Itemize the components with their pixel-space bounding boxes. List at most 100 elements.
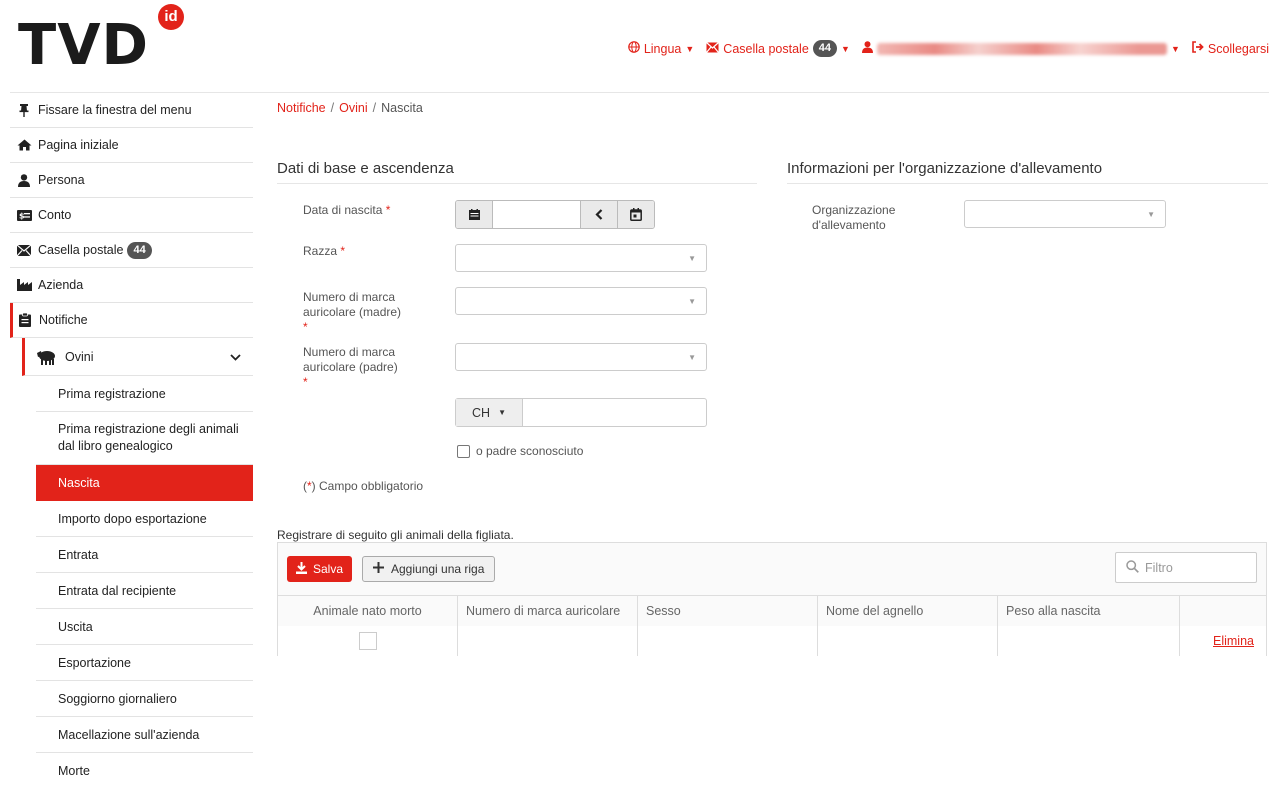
caret-down-icon: ▼ xyxy=(688,254,696,263)
breadcrumb-notifications[interactable]: Notifiche xyxy=(277,101,326,115)
language-menu[interactable]: Lingua ▼ xyxy=(628,41,694,56)
required-marker: * xyxy=(303,320,308,334)
sidebar-item-mailbox[interactable]: Casella postale 44 xyxy=(10,233,253,268)
cell-ear-tag[interactable] xyxy=(458,626,638,656)
breadcrumb-sheep[interactable]: Ovini xyxy=(339,101,367,115)
clipboard-icon xyxy=(17,313,33,327)
calendar-list-icon[interactable] xyxy=(456,201,492,228)
breed-label-text: Razza xyxy=(303,244,338,258)
add-row-button[interactable]: Aggiungi una riga xyxy=(362,556,496,582)
language-label: Lingua xyxy=(643,41,682,56)
envelope-icon xyxy=(16,244,32,256)
father-tag-select[interactable]: ▼ xyxy=(455,343,707,371)
sidebar: Fissare la finestra del menu Pagina iniz… xyxy=(10,93,253,789)
logo-id-badge: id xyxy=(158,4,184,30)
birth-date-label-text: Data di nascita xyxy=(303,203,383,217)
column-sex[interactable]: Sesso xyxy=(638,596,818,626)
breed-select[interactable]: ▼ xyxy=(455,244,707,272)
sidebar-subitem-label: Morte xyxy=(58,764,90,778)
column-lamb-name[interactable]: Nome del agnello xyxy=(818,596,998,626)
required-marker: * xyxy=(303,375,308,389)
column-birth-weight[interactable]: Peso alla nascita xyxy=(998,596,1180,626)
cell-sex[interactable] xyxy=(638,626,818,656)
sidebar-subitem-label: Soggiorno giornaliero xyxy=(58,691,177,706)
litter-grid: Salva Aggiungi una riga Filtro Animale n… xyxy=(277,542,1267,656)
sidebar-item-account[interactable]: $ Conto xyxy=(10,198,253,233)
sidebar-subitem-slaughter-on-farm[interactable]: Macellazione sull'azienda xyxy=(36,717,253,753)
mother-tag-select[interactable]: ▼ xyxy=(455,287,707,315)
tvd-logo[interactable]: TVD id xyxy=(18,4,184,78)
sidebar-item-label: Persona xyxy=(38,173,85,187)
user-icon xyxy=(16,173,32,187)
save-button[interactable]: Salva xyxy=(287,556,353,582)
caret-down-icon: ▼ xyxy=(688,297,696,306)
cell-lamb-name[interactable] xyxy=(818,626,998,656)
add-row-label: Aggiungi una riga xyxy=(391,562,485,576)
sidebar-subitem-first-registration[interactable]: Prima registrazione xyxy=(36,376,253,412)
father-tag-label: Numero di marca auricolare (padre) * xyxy=(303,345,433,390)
logo-text: TVD xyxy=(18,13,150,78)
sidebar-subitem-label: Uscita xyxy=(58,619,93,634)
sidebar-item-notifications[interactable]: Notifiche xyxy=(10,303,253,338)
sidebar-item-label: Pagina iniziale xyxy=(38,138,119,152)
sidebar-subitem-entry[interactable]: Entrata xyxy=(36,537,253,573)
cell-actions: Elimina xyxy=(1180,626,1266,656)
sidebar-subitem-exit[interactable]: Uscita xyxy=(36,609,253,645)
sidebar-item-person[interactable]: Persona xyxy=(10,163,253,198)
sidebar-item-sheep[interactable]: Ovini xyxy=(22,338,253,376)
sidebar-subitem-label: Nascita xyxy=(58,475,100,490)
logout-label: Scollegarsi xyxy=(1207,41,1269,56)
required-note-text: ) Campo obbligatorio xyxy=(311,479,424,493)
sidebar-subitem-import-after-export[interactable]: Importo dopo esportazione xyxy=(36,501,253,537)
cell-birth-weight[interactable] xyxy=(998,626,1180,656)
sidebar-subitem-death[interactable]: Morte xyxy=(36,753,253,789)
delete-row-link[interactable]: Elimina xyxy=(1213,634,1254,648)
user-name-redacted xyxy=(876,42,1167,55)
litter-caption: Registrare di seguito gli animali della … xyxy=(277,528,514,542)
user-menu[interactable]: ▼ xyxy=(861,41,1180,56)
sidebar-subitem-entry-container[interactable]: Entrata dal recipiente xyxy=(36,573,253,609)
unknown-father-checkbox[interactable]: o padre sconosciuto xyxy=(457,444,583,458)
caret-down-icon: ▼ xyxy=(688,353,696,362)
sidebar-item-label: Casella postale xyxy=(38,243,124,257)
sidebar-item-label: Notifiche xyxy=(39,313,88,327)
sidebar-item-label: Ovini xyxy=(65,349,94,364)
sidebar-subitem-label: Entrata dal recipiente xyxy=(58,583,177,598)
caret-down-icon: ▼ xyxy=(1147,210,1155,219)
home-icon xyxy=(16,139,32,151)
required-marker: * xyxy=(340,244,346,258)
checkbox-box[interactable] xyxy=(457,444,470,458)
sidebar-item-pin-menu[interactable]: Fissare la finestra del menu xyxy=(10,93,253,128)
filter-input[interactable]: Filtro xyxy=(1115,552,1257,583)
globe-icon xyxy=(628,41,640,56)
logout-link[interactable]: Scollegarsi xyxy=(1192,41,1269,56)
sidebar-subitem-export[interactable]: Esportazione xyxy=(36,645,253,681)
unknown-father-label: o padre sconosciuto xyxy=(476,444,584,458)
sidebar-subitem-birth[interactable]: Nascita xyxy=(36,465,253,501)
column-ear-tag[interactable]: Numero di marca auricolare xyxy=(458,596,638,626)
user-icon xyxy=(861,41,873,56)
chevron-down-icon xyxy=(230,350,241,364)
sidebar-subitem-first-registration-herdbook[interactable]: Prima registrazione degli animali dal li… xyxy=(36,412,253,465)
chevron-left-icon[interactable] xyxy=(581,201,617,228)
mother-tag-label: Numero di marca auricolare (madre) * xyxy=(303,290,433,335)
stillborn-checkbox[interactable] xyxy=(358,632,377,650)
country-dropdown[interactable]: CH ▼ xyxy=(456,399,523,426)
country-tag-group: CH ▼ xyxy=(455,398,707,427)
mailbox-label: Casella postale xyxy=(723,41,809,56)
father-tag-number-input[interactable] xyxy=(523,399,706,426)
thumbtack-icon xyxy=(16,103,32,117)
sidebar-subitem-daily-stay[interactable]: Soggiorno giornaliero xyxy=(36,681,253,717)
breeding-org-select[interactable]: ▼ xyxy=(964,200,1166,228)
calendar-icon[interactable] xyxy=(617,201,654,228)
sidebar-subitem-label: Esportazione xyxy=(58,655,131,670)
table-row: Elimina xyxy=(278,626,1266,656)
sidebar-item-farm[interactable]: Azienda xyxy=(10,268,253,303)
sidebar-item-home[interactable]: Pagina iniziale xyxy=(10,128,253,163)
birth-date-input[interactable] xyxy=(492,201,581,228)
caret-down-icon: ▼ xyxy=(1170,43,1180,54)
required-field-note: (*) Campo obbligatorio xyxy=(303,479,423,494)
mailbox-menu[interactable]: Casella postale 44 ▼ xyxy=(706,40,850,57)
column-stillborn[interactable]: Animale nato morto xyxy=(278,596,458,626)
mailbox-count-badge: 44 xyxy=(127,241,152,259)
